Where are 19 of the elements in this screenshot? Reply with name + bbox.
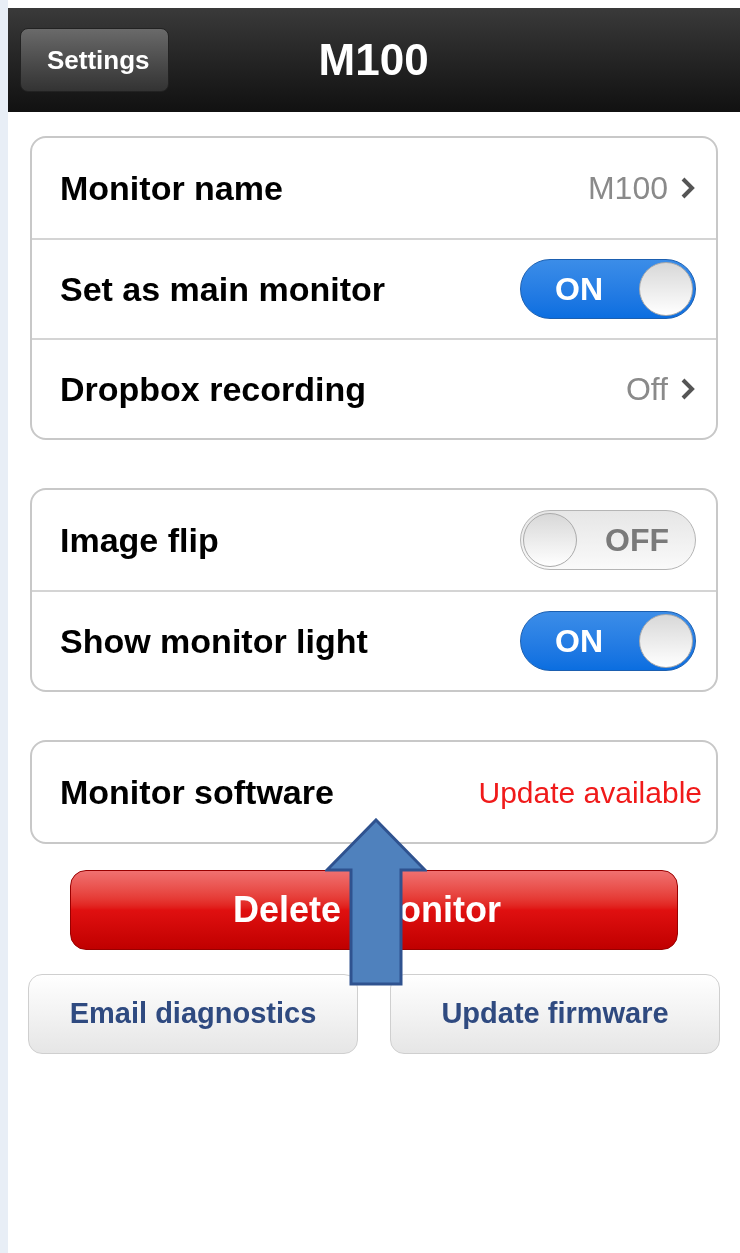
update-status: Update available (478, 774, 702, 811)
setting-label: Monitor name (60, 167, 283, 209)
toggle-switch[interactable]: ON (520, 259, 696, 319)
setting-label: Set as main monitor (60, 268, 385, 310)
screen-title: M100 (318, 34, 429, 86)
action-button[interactable]: Email diagnostics (28, 974, 358, 1054)
setting-label: Monitor software (60, 771, 334, 813)
toggle-switch[interactable]: OFF (520, 510, 696, 570)
setting-value[interactable]: M100 (587, 164, 668, 212)
setting-label: Image flip (60, 519, 219, 561)
chevron-icon (680, 377, 696, 401)
toggle-switch[interactable]: ON (520, 611, 696, 671)
setting-value[interactable]: Off (625, 365, 668, 413)
back-button[interactable]: Settings (20, 28, 169, 92)
delete-button[interactable]: Delete onitor (70, 870, 678, 950)
chevron-icon (680, 176, 696, 200)
setting-label: Show monitor light (60, 620, 368, 662)
action-button[interactable]: Update firmware (390, 974, 720, 1054)
setting-label: Dropbox recording (60, 368, 367, 410)
